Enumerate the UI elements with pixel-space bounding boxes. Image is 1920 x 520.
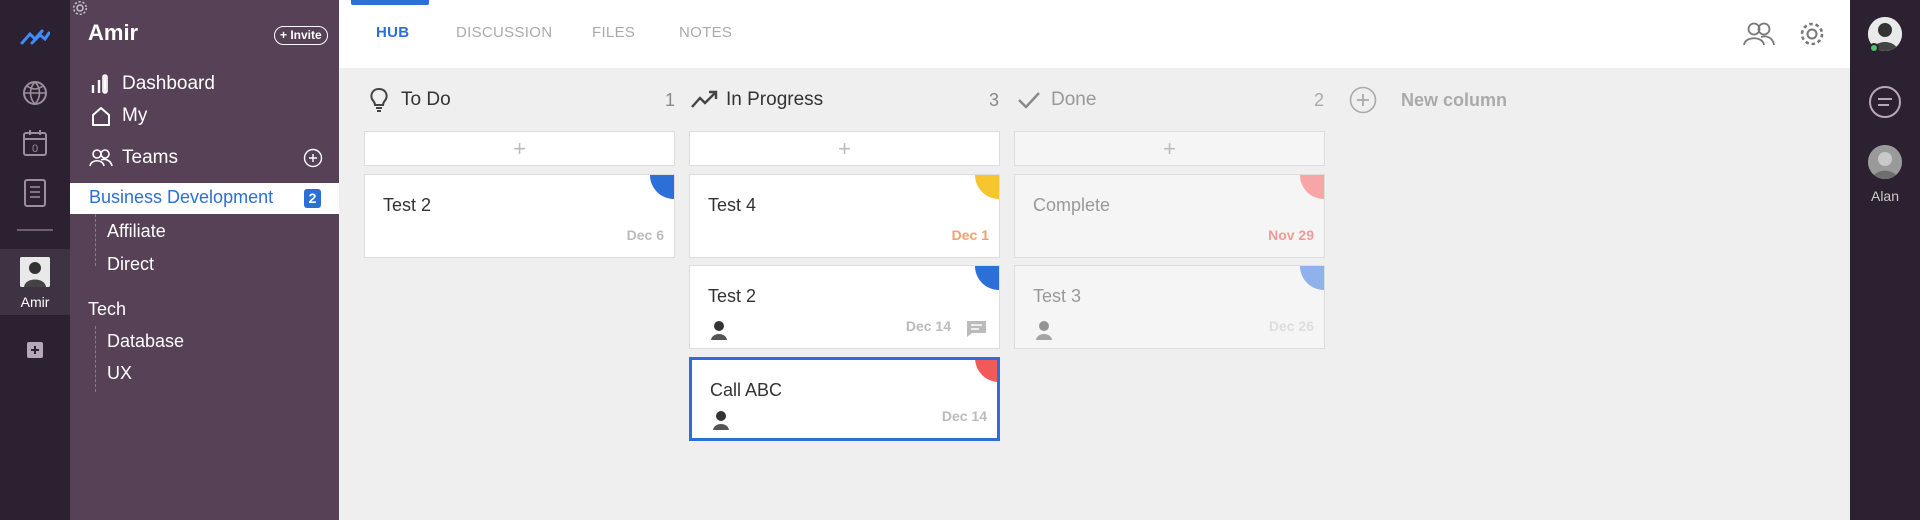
assignee-avatar[interactable] xyxy=(708,318,730,340)
task-card[interactable]: Test 4 Dec 1 xyxy=(689,174,1000,258)
priority-marker xyxy=(1300,266,1324,290)
sidebar-subitem-database[interactable]: Database xyxy=(107,331,184,352)
card-title: Call ABC xyxy=(710,380,783,400)
tree-guide xyxy=(95,326,96,392)
teams-icon xyxy=(88,146,114,170)
online-status-dot xyxy=(1869,43,1879,53)
document-icon[interactable] xyxy=(20,178,50,208)
card-due-date: Nov 29 xyxy=(1268,227,1314,243)
card-title: Test 3 xyxy=(1033,286,1082,306)
column-count: 3 xyxy=(989,90,1000,110)
check-icon xyxy=(1015,86,1043,114)
sidebar-item-label: Business Development xyxy=(89,187,274,207)
sidebar-item-business-development[interactable]: Business Development 2 xyxy=(70,183,339,214)
tab-notes[interactable]: NOTES xyxy=(679,24,732,41)
sidebar-subitem-direct[interactable]: Direct xyxy=(107,254,154,275)
home-icon xyxy=(88,104,114,128)
globe-icon[interactable] xyxy=(20,78,50,108)
member-avatar[interactable] xyxy=(1868,145,1902,179)
task-card-selected[interactable]: Call ABC Dec 14 xyxy=(689,357,1000,441)
card-title: Test 2 xyxy=(708,286,757,306)
priority-marker xyxy=(1300,175,1324,199)
count-badge: 2 xyxy=(304,189,321,208)
priority-marker xyxy=(975,175,999,199)
chat-icon[interactable] xyxy=(1867,84,1903,120)
settings-icon[interactable] xyxy=(1795,18,1829,50)
bar-chart-icon xyxy=(88,72,114,96)
card-due-date: Dec 1 xyxy=(951,227,989,243)
card-due-date: Dec 14 xyxy=(905,318,951,334)
sidebar-item-dashboard[interactable]: Dashboard xyxy=(88,71,215,97)
add-circle-icon xyxy=(1349,86,1377,114)
card-due-date: Dec 26 xyxy=(1268,318,1314,334)
column-count: 1 xyxy=(665,90,676,110)
tab-hub[interactable]: HUB xyxy=(376,24,409,41)
priority-marker xyxy=(650,175,674,199)
sidebar-item-label: My xyxy=(122,105,148,126)
priority-marker xyxy=(975,360,997,382)
task-card[interactable]: Test 3 Dec 26 xyxy=(1014,265,1325,349)
active-tab-indicator xyxy=(351,0,429,5)
card-title: Complete xyxy=(1033,195,1111,215)
column-title: To Do xyxy=(401,89,451,110)
column-header[interactable]: Done xyxy=(1015,86,1096,114)
app-rail: 0 Amir xyxy=(0,0,70,520)
calendar-icon[interactable]: 0 xyxy=(20,128,50,158)
column-title: In Progress xyxy=(726,89,824,110)
add-icon[interactable] xyxy=(20,335,50,365)
logo-icon[interactable] xyxy=(20,22,50,52)
new-column-button[interactable]: New column xyxy=(1349,86,1507,114)
task-card[interactable]: Test 2 Dec 14 xyxy=(689,265,1000,349)
assignee-avatar[interactable] xyxy=(710,408,732,430)
rail-divider xyxy=(17,229,53,231)
column-header[interactable]: In Progress xyxy=(690,86,823,114)
current-user[interactable]: Amir xyxy=(0,249,70,315)
user-avatar xyxy=(20,257,50,287)
new-column-label: New column xyxy=(1401,89,1508,110)
task-card[interactable]: Test 2 Dec 6 xyxy=(364,174,675,258)
sidebar-subitem-affiliate[interactable]: Affiliate xyxy=(107,221,166,242)
card-due-date: Dec 6 xyxy=(626,227,664,243)
sidebar-subitem-ux[interactable]: UX xyxy=(107,363,132,384)
right-rail: Alan xyxy=(1850,0,1920,520)
member-name: Alan xyxy=(1870,188,1900,204)
assignee-avatar[interactable] xyxy=(1033,318,1055,340)
add-card-button[interactable]: + xyxy=(1014,131,1325,166)
sidebar-group-tech[interactable]: Tech xyxy=(88,299,126,320)
add-card-button[interactable]: + xyxy=(689,131,1000,166)
sidebar-item-label: Teams xyxy=(122,147,178,168)
trend-icon xyxy=(690,86,718,114)
task-card[interactable]: Complete Nov 29 xyxy=(1014,174,1325,258)
add-card-button[interactable]: + xyxy=(364,131,675,166)
priority-marker xyxy=(975,266,999,290)
sidebar-item-label: Dashboard xyxy=(122,73,215,94)
add-team-icon[interactable] xyxy=(303,148,323,168)
sidebar-item-my[interactable]: My xyxy=(88,103,147,129)
lightbulb-icon xyxy=(365,86,393,114)
user-name: Amir xyxy=(20,294,50,310)
workspace-user: Amir xyxy=(88,20,139,45)
top-bar: HUB DISCUSSION FILES NOTES xyxy=(339,0,1850,68)
card-due-date: Dec 14 xyxy=(941,408,987,424)
column-title: Done xyxy=(1051,89,1097,110)
card-title: Test 4 xyxy=(708,195,757,215)
members-icon[interactable] xyxy=(1742,18,1776,50)
column-count: 2 xyxy=(1314,90,1325,110)
column-header[interactable]: To Do xyxy=(365,86,451,114)
tree-guide xyxy=(95,214,96,266)
sidebar-item-teams[interactable]: Teams xyxy=(88,145,178,171)
tab-files[interactable]: FILES xyxy=(592,24,635,41)
tab-discussion[interactable]: DISCUSSION xyxy=(456,24,552,41)
card-title: Test 2 xyxy=(383,195,432,215)
invite-button[interactable]: + Invite xyxy=(274,26,328,45)
comment-icon[interactable] xyxy=(965,320,987,338)
sidebar: Amir + Invite Dashboard My Teams Busines… xyxy=(70,0,339,520)
svg-text:0: 0 xyxy=(32,143,38,155)
gear-icon[interactable] xyxy=(72,0,88,16)
